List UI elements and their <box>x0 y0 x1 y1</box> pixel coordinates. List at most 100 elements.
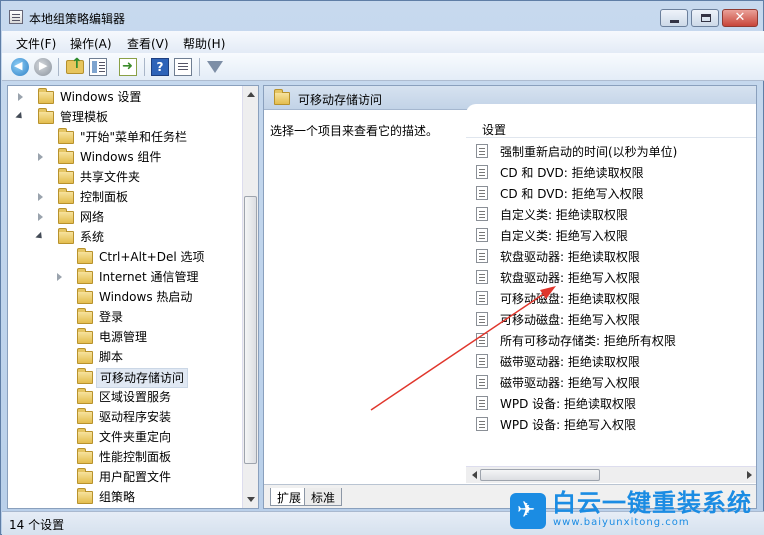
setting-label: CD 和 DVD: 拒绝读取权限 <box>500 166 644 180</box>
folder-icon <box>77 488 93 504</box>
collapsed-arrow-icon[interactable] <box>38 213 43 221</box>
folder-icon <box>77 288 93 304</box>
folder-icon <box>58 128 74 144</box>
setting-label: WPD 设备: 拒绝读取权限 <box>500 397 637 411</box>
tree-item[interactable]: Windows 热启动 <box>8 288 242 308</box>
scroll-left-icon[interactable] <box>472 471 477 479</box>
tree-item[interactable]: 组策略 <box>8 488 242 508</box>
scroll-up-icon[interactable] <box>247 92 255 97</box>
tree-item-label: "开始"菜单和任务栏 <box>80 130 188 144</box>
show-tree-icon[interactable] <box>89 58 107 76</box>
policy-setting-icon <box>476 417 488 431</box>
tree-item[interactable]: Windows 组件 <box>8 148 242 168</box>
policy-setting-icon <box>476 228 488 242</box>
tree-item[interactable]: 登录 <box>8 308 242 328</box>
menu-view[interactable]: 查看(V) <box>127 35 169 52</box>
tree-scrollbar[interactable] <box>242 86 258 508</box>
tree-item[interactable]: 共享文件夹 <box>8 168 242 188</box>
folder-icon <box>58 208 74 224</box>
tree-item[interactable]: Internet 通信管理 <box>8 268 242 288</box>
folder-icon <box>58 228 74 244</box>
setting-label: 所有可移动存储类: 拒绝所有权限 <box>500 334 676 348</box>
menu-action[interactable]: 操作(A) <box>70 35 112 52</box>
menu-help[interactable]: 帮助(H) <box>183 35 225 52</box>
policy-setting-icon <box>476 207 488 221</box>
settings-hscrollbar[interactable] <box>466 466 756 483</box>
expanded-arrow-icon[interactable] <box>35 231 45 242</box>
folder-icon <box>77 388 93 404</box>
folder-icon <box>77 348 93 364</box>
tree-item-label: 性能控制面板 <box>99 450 172 464</box>
tree-item-label: Windows 热启动 <box>99 290 193 304</box>
tab-extended[interactable]: 扩展 <box>270 488 309 506</box>
tree-item[interactable]: Ctrl+Alt+Del 选项 <box>8 248 242 268</box>
tree-item[interactable]: 可移动存储访问 <box>8 368 242 388</box>
tree-item[interactable]: 用户配置文件 <box>8 468 242 488</box>
tree-item[interactable]: 驱动程序安装 <box>8 408 242 428</box>
minimize-button[interactable] <box>660 9 688 27</box>
tree-item[interactable]: 电源管理 <box>8 328 242 348</box>
column-header-label: 设置 <box>482 123 507 137</box>
tree-item[interactable]: 脚本 <box>8 348 242 368</box>
policy-setting-icon <box>476 375 488 389</box>
tree-item[interactable]: 区域设置服务 <box>8 388 242 408</box>
policy-setting-icon <box>476 354 488 368</box>
filter-icon[interactable] <box>207 61 223 73</box>
collapsed-arrow-icon[interactable] <box>57 273 62 281</box>
maximize-button[interactable] <box>691 9 719 27</box>
tree-item[interactable]: 系统 <box>8 228 242 248</box>
tree-item[interactable]: 控制面板 <box>8 188 242 208</box>
tree-item[interactable]: "开始"菜单和任务栏 <box>8 128 242 148</box>
app-icon <box>9 10 23 24</box>
properties-icon[interactable] <box>174 58 192 76</box>
policy-setting-icon <box>476 333 488 347</box>
folder-icon <box>77 248 93 264</box>
collapsed-arrow-icon[interactable] <box>38 193 43 201</box>
details-title: 可移动存储访问 <box>298 93 383 107</box>
expanded-arrow-icon[interactable] <box>15 111 25 122</box>
tree-item[interactable]: 文件夹重定向 <box>8 428 242 448</box>
tree-item-label: 脚本 <box>99 350 124 364</box>
tree-item[interactable]: 网络 <box>8 208 242 228</box>
help-icon[interactable]: ? <box>151 58 169 76</box>
menu-bar: 文件(F) 操作(A) 查看(V) 帮助(H) <box>2 31 764 53</box>
scroll-right-icon[interactable] <box>747 471 752 479</box>
close-button[interactable]: ✕ <box>722 9 758 27</box>
export-list-icon[interactable] <box>119 58 137 76</box>
folder-icon <box>38 108 54 124</box>
maximize-icon <box>701 14 711 22</box>
policy-setting-icon <box>476 291 488 305</box>
folder-icon <box>77 428 93 444</box>
setting-label: 自定义类: 拒绝读取权限 <box>500 208 628 222</box>
collapsed-arrow-icon[interactable] <box>18 93 23 101</box>
tree-item[interactable]: Windows 设置 <box>8 88 242 108</box>
policy-setting-icon <box>476 249 488 263</box>
toolbar-separator <box>58 58 59 76</box>
folder-icon <box>274 89 290 105</box>
folder-icon <box>77 308 93 324</box>
folder-up-icon[interactable] <box>66 56 84 74</box>
forward-arrow-icon[interactable] <box>34 58 52 76</box>
tree-item-label: Internet 通信管理 <box>99 270 199 284</box>
folder-icon <box>77 408 93 424</box>
tree-item-label: 登录 <box>99 310 124 324</box>
toolbar: ? <box>2 53 764 81</box>
watermark-title: 白云一键重装系统 <box>552 489 752 517</box>
tab-standard[interactable]: 标准 <box>304 488 343 506</box>
folder-icon <box>38 88 54 104</box>
title-bar[interactable]: 本地组策略编辑器 ✕ <box>1 1 763 31</box>
description-text: 选择一个项目来查看它的描述。 <box>270 124 439 138</box>
policy-setting-icon <box>476 396 488 410</box>
scroll-down-icon[interactable] <box>247 497 255 502</box>
tree-item[interactable]: 性能控制面板 <box>8 448 242 468</box>
folder-icon <box>58 168 74 184</box>
menu-file[interactable]: 文件(F) <box>16 35 56 52</box>
tree-item[interactable]: 管理模板 <box>8 108 242 128</box>
back-arrow-icon[interactable] <box>11 58 29 76</box>
scroll-thumb[interactable] <box>244 196 257 464</box>
collapsed-arrow-icon[interactable] <box>38 153 43 161</box>
gpedit-window: 本地组策略编辑器 ✕ 文件(F) 操作(A) 查看(V) 帮助(H) ? Win… <box>0 0 764 535</box>
folder-icon <box>77 448 93 464</box>
scroll-thumb[interactable] <box>480 469 600 481</box>
column-header-setting[interactable]: 设置 <box>466 120 756 138</box>
